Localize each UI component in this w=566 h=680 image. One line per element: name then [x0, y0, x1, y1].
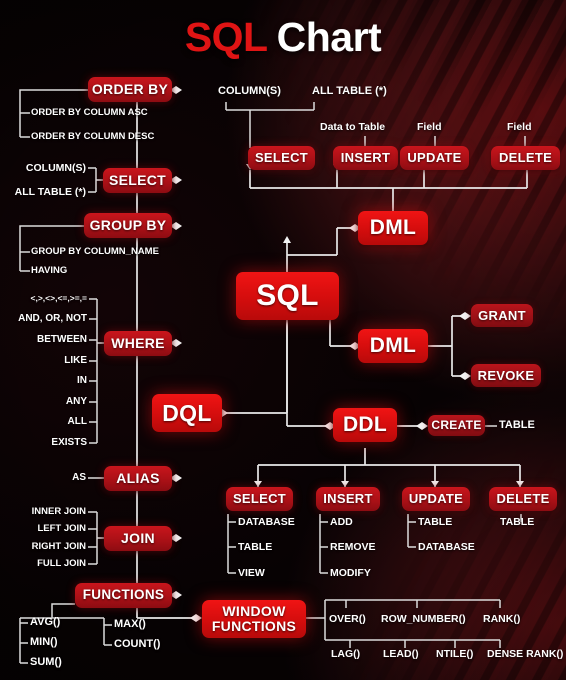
leaf-where-in: IN — [77, 375, 87, 386]
node-create[interactable]: CREATE — [428, 415, 485, 436]
leaf-where-exists: EXISTS — [51, 437, 87, 448]
leaf-where-between: BETWEEN — [37, 334, 87, 345]
node-revoke[interactable]: REVOKE — [471, 364, 541, 387]
leaf-sum: SUM() — [30, 656, 62, 668]
node-dml-delete-label: DELETE — [498, 150, 553, 166]
node-alias[interactable]: ALIAS — [104, 466, 172, 491]
node-dml-update-label: UPDATE — [407, 150, 462, 166]
leaf-alias-as: AS — [72, 472, 86, 483]
leaf-select-columns: COLUMN(S) — [25, 162, 86, 174]
leaf-ddl-select-view: VIEW — [238, 567, 265, 579]
node-dml-insert[interactable]: INSERT — [333, 146, 398, 170]
node-order-by-label: ORDER BY — [91, 81, 169, 98]
node-where-label: WHERE — [111, 335, 165, 352]
node-join-label: JOIN — [121, 530, 155, 547]
page-title-accent: SQL — [184, 14, 268, 60]
caption-top-select-columns: COLUMN(S) — [218, 85, 281, 97]
leaf-group-by-column: GROUP BY COLUMN_NAME — [31, 246, 159, 257]
node-ddl-insert-label: INSERT — [323, 491, 373, 507]
node-dml-delete[interactable]: DELETE — [491, 146, 560, 170]
node-sql-center[interactable]: SQL — [236, 272, 339, 320]
caption-delete-field: Field — [507, 121, 532, 133]
leaf-inner-join: INNER JOIN — [31, 506, 86, 517]
leaf-ddl-update-table: TABLE — [418, 516, 453, 528]
node-ddl-insert[interactable]: INSERT — [316, 487, 380, 511]
leaf-where-any: ANY — [65, 396, 87, 407]
node-dml-update[interactable]: UPDATE — [400, 146, 469, 170]
node-functions[interactable]: FUNCTIONS — [75, 583, 172, 608]
leaf-where-like: LIKE — [64, 355, 87, 366]
node-dml-select[interactable]: SELECT — [248, 146, 315, 170]
node-order-by[interactable]: ORDER BY — [88, 77, 172, 102]
leaf-left-join: LEFT JOIN — [37, 523, 86, 534]
leaf-wf-lag: LAG() — [331, 648, 361, 660]
node-ddl-select[interactable]: SELECT — [226, 487, 293, 511]
node-dql[interactable]: DQL — [152, 394, 222, 432]
node-window-functions-line1: WINDOW — [222, 603, 286, 620]
sql-chart-infographic: .w{stroke:#e9e9e9;stroke-width:1.7;fill:… — [0, 0, 566, 680]
node-ddl-update[interactable]: UPDATE — [402, 487, 470, 511]
node-group-by-label: GROUP BY — [89, 217, 167, 234]
leaf-ddl-insert-add: ADD — [330, 516, 353, 528]
leaf-ddl-insert-remove: REMOVE — [330, 541, 376, 553]
leaf-wf-lead: LEAD() — [383, 648, 419, 660]
node-grant[interactable]: GRANT — [471, 304, 533, 327]
node-dql-label: DQL — [162, 399, 212, 426]
node-window-functions[interactable]: WINDOW FUNCTIONS — [202, 600, 306, 638]
node-sql-center-label: SQL — [256, 279, 319, 313]
leaf-select-all-table: ALL TABLE (*) — [14, 186, 86, 198]
node-ddl[interactable]: DDL — [333, 408, 397, 442]
node-dml-select-label: SELECT — [254, 150, 309, 166]
leaf-wf-ntile: NTILE() — [436, 648, 474, 660]
node-revoke-label: REVOKE — [477, 367, 535, 383]
node-grant-label: GRANT — [478, 307, 526, 323]
node-dcl-label: DML — [369, 333, 417, 357]
leaf-having: HAVING — [31, 265, 68, 276]
node-alias-label: ALIAS — [116, 470, 160, 487]
leaf-where-logical: AND, OR, NOT — [18, 313, 87, 324]
page-title: SQL Chart — [0, 14, 566, 61]
node-dml-insert-label: INSERT — [340, 150, 391, 166]
node-dml-top[interactable]: DML — [358, 211, 428, 245]
leaf-where-all: ALL — [67, 416, 87, 427]
node-ddl-update-label: UPDATE — [408, 491, 464, 507]
leaf-ddl-insert-modify: MODIFY — [330, 567, 371, 579]
node-dml-top-label: DML — [369, 215, 417, 239]
caption-top-select-all-table: ALL TABLE (*) — [312, 85, 387, 97]
leaf-create-table: TABLE — [499, 419, 535, 431]
leaf-avg: AVG() — [30, 616, 61, 628]
leaf-wf-rank: RANK() — [483, 613, 521, 625]
leaf-count: COUNT() — [114, 638, 161, 650]
leaf-max: MAX() — [114, 618, 146, 630]
page-title-rest: Chart — [276, 14, 382, 60]
node-join[interactable]: JOIN — [104, 526, 172, 551]
node-create-label: CREATE — [431, 418, 482, 433]
node-functions-label: FUNCTIONS — [82, 587, 165, 603]
node-select-left-label: SELECT — [108, 172, 167, 189]
node-dcl[interactable]: DML — [358, 329, 428, 363]
node-where[interactable]: WHERE — [104, 331, 172, 356]
caption-update-field: Field — [417, 121, 442, 133]
node-group-by[interactable]: GROUP BY — [84, 213, 172, 238]
leaf-ddl-select-database: DATABASE — [238, 516, 295, 528]
node-window-functions-line2: FUNCTIONS — [211, 618, 297, 634]
leaf-wf-over: OVER() — [329, 613, 366, 625]
leaf-wf-dense-rank: DENSE RANK() — [487, 648, 564, 660]
leaf-wf-row-number: ROW_NUMBER() — [381, 613, 466, 625]
leaf-right-join: RIGHT JOIN — [31, 541, 86, 552]
leaf-order-by-asc: ORDER BY COLUMN ASC — [31, 107, 148, 118]
node-select-left[interactable]: SELECT — [103, 168, 172, 193]
caption-insert-data-to-table: Data to Table — [320, 121, 386, 133]
node-ddl-delete-label: DELETE — [496, 491, 550, 507]
leaf-ddl-update-database: DATABASE — [418, 541, 475, 553]
node-ddl-label: DDL — [342, 412, 388, 436]
leaf-ddl-delete-table: TABLE — [500, 516, 535, 528]
leaf-ddl-select-table: TABLE — [238, 541, 273, 553]
leaf-full-join: FULL JOIN — [37, 558, 86, 569]
leaf-where-operators: <,>,<>,<=,>=,= — [30, 293, 87, 303]
leaf-order-by-desc: ORDER BY COLUMN DESC — [31, 131, 155, 142]
node-ddl-delete[interactable]: DELETE — [489, 487, 557, 511]
leaf-min: MIN() — [30, 636, 58, 648]
node-ddl-select-label: SELECT — [232, 491, 287, 507]
